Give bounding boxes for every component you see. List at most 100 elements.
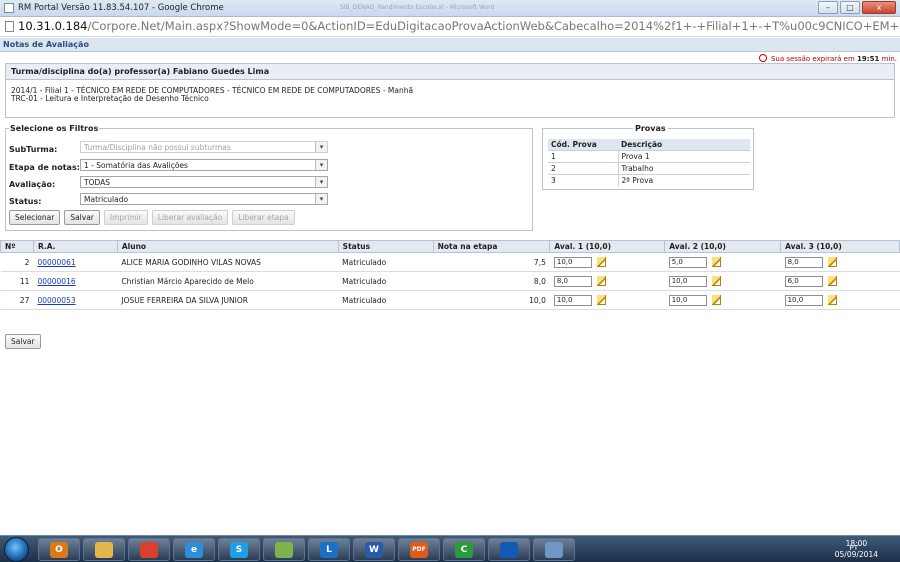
- prova-desc: Trabalho: [618, 162, 750, 175]
- aval1-input[interactable]: 10,0: [553, 256, 592, 268]
- pencil-icon[interactable]: [711, 295, 721, 305]
- aval2-input[interactable]: 10,0: [668, 294, 707, 306]
- etapa-value: 1 - Somatória das Avalições: [84, 161, 188, 170]
- taskbar-app-button[interactable]: PDF: [398, 538, 440, 561]
- taskbar-app-button[interactable]: [128, 538, 170, 561]
- taskbar-app-button[interactable]: [263, 538, 305, 561]
- url-host: 10.31.0.184: [18, 19, 88, 33]
- pencil-icon[interactable]: [596, 257, 606, 267]
- filters-panel: Selecione os Filtros SubTurma: Turma/Dis…: [5, 124, 533, 231]
- subturma-select[interactable]: Turma/Disciplina não possui subturmas ▾: [80, 141, 328, 153]
- pencil-icon[interactable]: [827, 276, 837, 286]
- aluno-cell: JOSUE FERREIRA DA SILVA JUNIOR: [117, 290, 339, 310]
- liberar-avaliacao-button[interactable]: Liberar avaliação: [151, 210, 229, 225]
- grades-table: Nº R.A. Aluno Status Nota na etapa Aval.…: [0, 240, 900, 310]
- bottom-salvar-button[interactable]: Salvar: [5, 334, 41, 349]
- selecionar-button[interactable]: Selecionar: [9, 210, 61, 225]
- subturma-value: Turma/Disciplina não possui subturmas: [84, 143, 231, 152]
- table-row: 2 00000061 ALICE MARIA GODINHO VILAS NOV…: [0, 252, 900, 272]
- lync-icon: L: [320, 542, 338, 558]
- prova-desc: Prova 1: [618, 150, 750, 163]
- ra-cell: 00000061: [33, 252, 118, 272]
- chevron-down-icon: ▾: [315, 142, 327, 152]
- taskbar-app-button[interactable]: e: [173, 538, 215, 561]
- etapa-label: Etapa de notas:: [9, 163, 80, 172]
- prova-desc: 2ª Prova: [618, 174, 750, 187]
- window-controls: – □ x: [818, 1, 896, 14]
- status-select[interactable]: Matriculado ▾: [80, 193, 328, 205]
- taskbar-app-button[interactable]: O: [38, 538, 80, 561]
- session-suffix: min.: [881, 55, 897, 63]
- session-prefix: Sua sessão expirará em: [770, 55, 855, 63]
- aval3-input[interactable]: 10,0: [784, 294, 823, 306]
- status-cell: Matriculado: [338, 290, 434, 310]
- taskbar-app-button[interactable]: L: [308, 538, 350, 561]
- salvar-button[interactable]: Salvar: [64, 210, 100, 225]
- close-button[interactable]: x: [862, 1, 896, 14]
- turma-panel: Turma/disciplina do(a) professor(a) Fabi…: [5, 63, 895, 118]
- pencil-icon[interactable]: [596, 276, 606, 286]
- prova-cod: 1: [548, 150, 619, 163]
- avaliacao-value: TODAS: [84, 178, 111, 187]
- url-path: /Corpore.Net/Main.aspx?ShowMode=0&Action…: [87, 19, 899, 33]
- col-ra: R.A.: [32, 240, 118, 253]
- camtasia-icon: C: [455, 542, 473, 558]
- aval3-input[interactable]: 8,0: [784, 256, 823, 268]
- etapa-select[interactable]: 1 - Somatória das Avalições ▾: [80, 159, 328, 171]
- col-n: Nº: [0, 240, 34, 253]
- imprimir-button[interactable]: Imprimir: [103, 210, 148, 225]
- aval3-cell: 8,0: [780, 252, 900, 272]
- taskbar-app-button[interactable]: S: [218, 538, 260, 561]
- word-icon: W: [365, 542, 383, 558]
- provas-row: 1 Prova 1: [548, 150, 750, 163]
- ra-link[interactable]: 00000016: [37, 277, 75, 286]
- url-field[interactable]: 10.31.0.184/Corpore.Net/Main.aspx?ShowMo…: [18, 19, 898, 33]
- pencil-icon[interactable]: [827, 257, 837, 267]
- ra-cell: 00000016: [33, 271, 118, 291]
- outlook-icon: O: [50, 542, 68, 558]
- status-cell: Matriculado: [338, 252, 434, 272]
- aval2-cell: 5,0: [664, 252, 781, 272]
- pencil-icon[interactable]: [596, 295, 606, 305]
- aval1-input[interactable]: 8,0: [553, 275, 592, 287]
- taskbar-clock[interactable]: 18:00 05/09/2014: [835, 538, 878, 560]
- taskbar-app-button[interactable]: C: [443, 538, 485, 561]
- aval1-input[interactable]: 10,0: [553, 294, 592, 306]
- ra-link[interactable]: 00000061: [37, 258, 75, 267]
- aval2-input[interactable]: 10,0: [668, 275, 707, 287]
- status-cell: Matriculado: [338, 271, 434, 291]
- maximize-button[interactable]: □: [840, 1, 860, 14]
- prova-cod: 3: [548, 174, 619, 187]
- liberar-etapa-button[interactable]: Liberar etapa: [232, 210, 295, 225]
- pencil-icon[interactable]: [711, 257, 721, 267]
- status-value: Matriculado: [84, 195, 129, 204]
- window-title: RM Portal Versão 11.83.54.107 - Google C…: [18, 3, 224, 13]
- provas-table: Cód. Prova Descrição 1 Prova 1 2 Trabalh…: [548, 139, 750, 187]
- taskbar-app-button[interactable]: [488, 538, 530, 561]
- network-icon: [545, 542, 563, 558]
- chevron-down-icon: ▾: [315, 160, 327, 170]
- clock-icon: [758, 54, 767, 62]
- pencil-icon[interactable]: [827, 295, 837, 305]
- avaliacao-label: Avaliação:: [9, 180, 56, 189]
- start-button[interactable]: [4, 537, 29, 562]
- taskbar-app-button[interactable]: [83, 538, 125, 561]
- taskbar-app-button[interactable]: W: [353, 538, 395, 561]
- provas-panel: Provas Cód. Prova Descrição 1 Prova 1 2 …: [542, 124, 754, 190]
- filters-legend: Selecione os Filtros: [9, 124, 100, 133]
- aval3-input[interactable]: 6,0: [784, 275, 823, 287]
- aval2-cell: 10,0: [664, 271, 781, 291]
- table-row: 27 00000053 JOSUE FERREIRA DA SILVA JUNI…: [0, 290, 900, 310]
- row-number: 11: [0, 271, 34, 291]
- app-icon: [500, 542, 518, 558]
- window-titlebar: RM Portal Versão 11.83.54.107 - Google C…: [0, 0, 900, 17]
- minimize-button[interactable]: –: [818, 1, 838, 14]
- taskbar-app-button[interactable]: [533, 538, 575, 561]
- address-bar[interactable]: 10.31.0.184/Corpore.Net/Main.aspx?ShowMo…: [0, 17, 900, 37]
- table-row: 11 00000016 Christian Márcio Aparecido d…: [0, 271, 900, 291]
- pencil-icon[interactable]: [711, 276, 721, 286]
- avaliacao-select[interactable]: TODAS ▾: [80, 176, 328, 188]
- aval2-input[interactable]: 5,0: [668, 256, 707, 268]
- ra-link[interactable]: 00000053: [37, 296, 75, 305]
- background-window-title: SIB_DENAO_Rendimento Escolar.xl - Micros…: [340, 4, 495, 11]
